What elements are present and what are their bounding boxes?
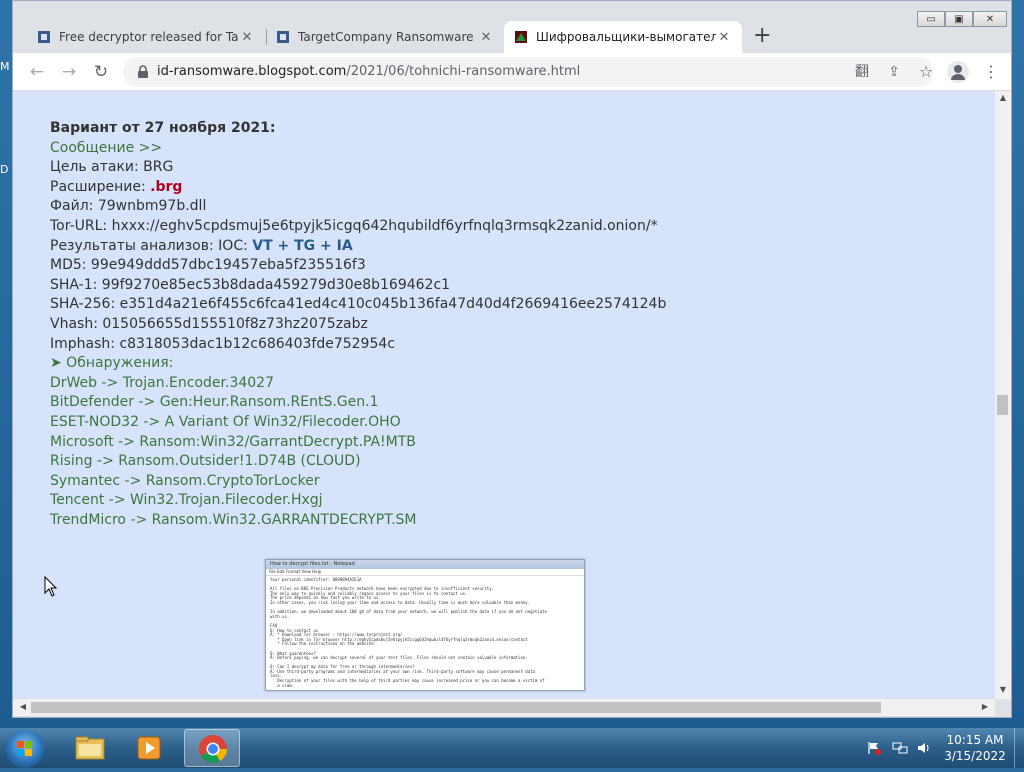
share-icon[interactable]: ⇪: [885, 63, 903, 81]
show-desktop-button[interactable]: [1014, 728, 1024, 768]
forward-button[interactable]: →: [59, 62, 79, 82]
media-player-icon: [137, 736, 161, 760]
detection-item: BitDefender -> Gen:Heur.Ransom.REntS.Gen…: [50, 394, 379, 411]
page-content: Вариант от 27 ноября 2021: Сообщение >> …: [13, 91, 995, 699]
maximize-button[interactable]: ▣: [945, 11, 973, 27]
notepad-menu: File Edit Format View Help: [266, 569, 584, 576]
url-path: /2021/06/tohnichi-ransomware.html: [346, 64, 581, 79]
minimize-button[interactable]: ▭: [917, 11, 945, 27]
desktop-icon-label: M: [0, 60, 10, 73]
hash-imphash: Imphash: c8318053dac1b12c686403fde752954…: [50, 335, 395, 352]
clock-date: 3/15/2022: [944, 749, 1006, 763]
hash-sha1: SHA-1: 99f9270e85ec53b8dada459279d30e8b1…: [50, 276, 451, 293]
desktop-icon-label: D: [0, 163, 9, 176]
hash-sha256: SHA-256: e351d4a21e6f455c6fca41ed4c410c0…: [50, 296, 667, 313]
extension-label: Расширение:: [50, 178, 146, 195]
variant-heading: Вариант от 27 ноября 2021:: [50, 120, 276, 136]
detection-item: Symantec -> Ransom.CryptoTorLocker: [50, 472, 320, 489]
tor-value: hxxx://eghv5cpdsmuj5e6tpyjk5icgq642hqubi…: [111, 217, 658, 234]
extension-value: .brg: [150, 178, 183, 195]
taskbar-media-player[interactable]: [122, 729, 178, 767]
translate-icon[interactable]: 翻: [853, 63, 871, 81]
horizontal-scroll-thumb[interactable]: [31, 702, 881, 713]
target-label: Цель атаки:: [50, 159, 139, 176]
analysis-links[interactable]: VT + TG + IA: [252, 238, 352, 254]
vertical-scroll-thumb[interactable]: [997, 395, 1008, 415]
tab-free-decryptor[interactable]: Free decryptor released for Targe ✕: [27, 21, 265, 53]
bookmark-star-icon[interactable]: ☆: [917, 63, 935, 81]
tab-close-icon[interactable]: ✕: [239, 30, 255, 45]
action-center-flag-icon[interactable]: [866, 741, 882, 755]
tab-strip: Free decryptor released for Targe ✕ Targ…: [13, 1, 1011, 53]
taskbar-chrome[interactable]: [184, 729, 240, 767]
address-bar[interactable]: id-ransomware.blogspot.com/2021/06/tohni…: [123, 57, 933, 87]
network-icon[interactable]: [892, 741, 908, 755]
analysis-label: Результаты анализов: IOC:: [50, 237, 248, 254]
target-row: Цель атаки: BRG: [50, 158, 666, 178]
clock-time: 10:15 AM: [946, 733, 1004, 747]
system-clock[interactable]: 10:15 AM 3/15/2022: [940, 732, 1010, 764]
tab-title: Free decryptor released for Targe: [59, 30, 239, 44]
ransom-note-screenshot[interactable]: How to decrypt files.txt - Notepad File …: [265, 559, 585, 691]
hash-md5: MD5: 99e949ddd57dbc19457eba5f235516f3: [50, 257, 366, 274]
scroll-left-icon[interactable]: ◀: [15, 702, 31, 711]
detection-item: TrendMicro -> Ransom.Win32.GARRANTDECRYP…: [50, 511, 417, 528]
tab-close-icon[interactable]: ✕: [478, 30, 494, 45]
scroll-down-icon[interactable]: ▼: [995, 685, 1011, 694]
mouse-cursor-icon: [44, 576, 58, 597]
close-window-button[interactable]: ✕: [973, 11, 1007, 27]
lock-icon: [138, 65, 148, 78]
person-icon: [951, 65, 965, 80]
tab-title: TargetCompany Ransomware Sup: [298, 30, 478, 44]
detection-item: DrWeb -> Trojan.Encoder.34027: [50, 374, 274, 391]
file-label: Файл:: [50, 198, 94, 215]
reload-button[interactable]: ↻: [91, 62, 111, 82]
folder-icon: [75, 736, 105, 760]
bleepingcomputer-favicon-icon: [277, 31, 289, 43]
windows-logo-icon: [17, 741, 32, 756]
taskbar-explorer[interactable]: [62, 729, 118, 767]
url-text[interactable]: id-ransomware.blogspot.com/2021/06/tohni…: [157, 64, 580, 79]
ransom-note-text: Your personal identifier: 8890894A2E1A A…: [270, 577, 547, 688]
url-domain: id-ransomware.blogspot.com: [157, 64, 347, 79]
tor-label: Tor-URL:: [50, 217, 108, 234]
chrome-icon: [199, 735, 227, 763]
file-row: Файл: 79wnbm97b.dll: [50, 197, 666, 217]
notepad-title: How to decrypt files.txt - Notepad: [266, 560, 584, 569]
browser-menu-button[interactable]: ⋮: [983, 61, 999, 83]
detection-item: Rising -> Ransom.Outsider!1.D74B (CLOUD): [50, 453, 361, 470]
start-button[interactable]: [6, 730, 44, 768]
bleepingcomputer-favicon-icon: [38, 31, 50, 43]
tor-url-row: Tor-URL: hxxx://eghv5cpdsmuj5e6tpyjk5icg…: [50, 217, 666, 237]
horizontal-scrollbar[interactable]: ◀ ▶: [13, 699, 995, 716]
message-link[interactable]: Сообщение >>: [50, 139, 666, 159]
extension-row: Расширение: .brg: [50, 178, 666, 198]
browser-toolbar: ← → ↻ id-ransomware.blogspot.com/2021/06…: [13, 53, 1011, 91]
hash-vhash: Vhash: 015056655d155510f8z73hz2075zabz: [50, 315, 368, 332]
analysis-row: Результаты анализов: IOC: VT + TG + IA: [50, 237, 666, 257]
scroll-right-icon[interactable]: ▶: [977, 702, 993, 711]
browser-window: Free decryptor released for Targe ✕ Targ…: [12, 0, 1012, 718]
tab-title: Шифровальщики-вымогатели Т: [536, 30, 716, 44]
article-body: Вариант от 27 ноября 2021: Сообщение >> …: [50, 119, 666, 530]
file-value: 79wnbm97b.dll: [97, 198, 207, 215]
detection-item: Microsoft -> Ransom:Win32/GarrantDecrypt…: [50, 433, 416, 450]
tab-shifrovalshchiki[interactable]: Шифровальщики-вымогатели Т ✕: [504, 21, 742, 53]
detection-item: ESET-NOD32 -> A Variant Of Win32/Filecod…: [50, 413, 401, 430]
detections-header: ➤ Обнаружения:: [50, 355, 174, 372]
taskbar: 10:15 AM 3/15/2022: [0, 728, 1024, 768]
volume-icon[interactable]: [916, 741, 932, 755]
target-value: BRG: [143, 159, 174, 176]
detection-item: Tencent -> Win32.Trojan.Filecoder.Hxgj: [50, 492, 323, 509]
profile-avatar-icon[interactable]: [947, 61, 969, 83]
id-ransomware-favicon-icon: [515, 31, 527, 43]
back-button[interactable]: ←: [27, 62, 47, 82]
tab-close-icon[interactable]: ✕: [716, 30, 732, 45]
scroll-up-icon[interactable]: ▲: [995, 93, 1011, 102]
new-tab-button[interactable]: +: [753, 25, 771, 47]
tab-targetcompany[interactable]: TargetCompany Ransomware Sup ✕: [266, 21, 504, 53]
vertical-scrollbar[interactable]: ▲ ▼: [995, 91, 1011, 699]
